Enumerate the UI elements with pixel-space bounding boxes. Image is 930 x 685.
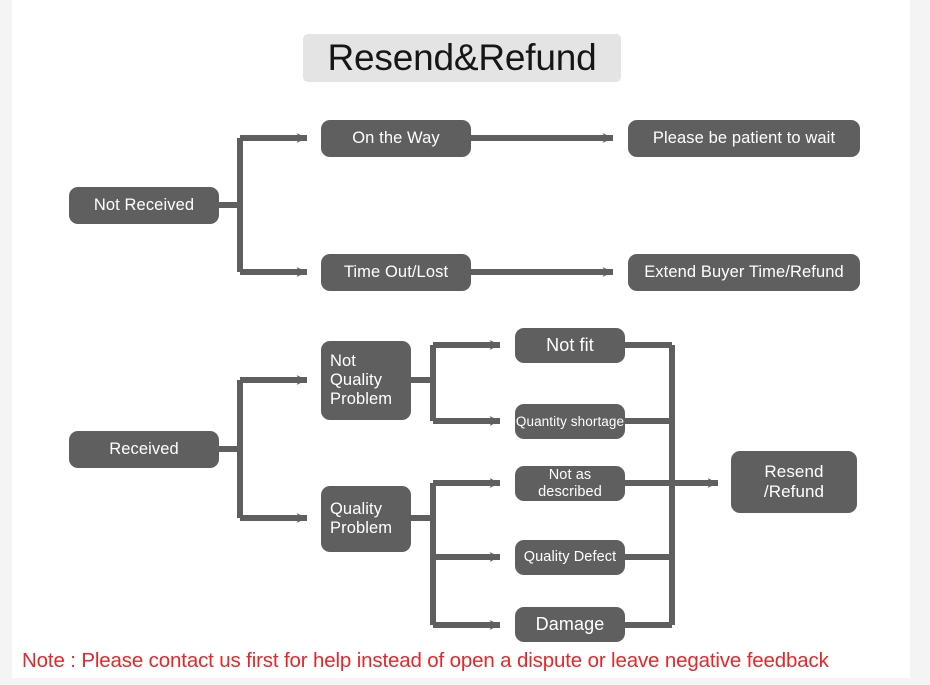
node-damage[interactable]: Damage (515, 607, 625, 642)
node-label: Time Out/Lost (343, 262, 449, 281)
node-label: On the Way (352, 128, 440, 147)
node-label: Please be patient to wait (652, 128, 836, 147)
flowchart-canvas: Resend&Refund Not Received On the Way Ti… (0, 0, 930, 685)
node-quality-problem[interactable]: Quality Problem (321, 486, 411, 552)
node-label: Damage (535, 614, 605, 635)
node-received[interactable]: Received (69, 431, 219, 468)
node-label: Quantity shortage (515, 413, 625, 429)
node-label: Received (109, 439, 179, 458)
node-label: Not fit (546, 335, 594, 356)
footer-note: Note : Please contact us first for help … (22, 649, 829, 672)
node-label: Not Quality Problem (330, 351, 393, 409)
node-label: Not as described (538, 466, 602, 500)
page-title: Resend&Refund (327, 37, 597, 78)
node-extend-buyer-time-refund[interactable]: Extend Buyer Time/Refund (628, 254, 860, 291)
node-label: Quality Defect (523, 549, 617, 566)
node-quality-defect[interactable]: Quality Defect (515, 540, 625, 575)
node-please-be-patient[interactable]: Please be patient to wait (628, 120, 860, 157)
node-not-fit[interactable]: Not fit (515, 328, 625, 363)
node-not-received[interactable]: Not Received (69, 187, 219, 224)
node-label: Not Received (93, 195, 195, 214)
node-not-as-described[interactable]: Not as described (515, 466, 625, 501)
node-label: Extend Buyer Time/Refund (644, 262, 844, 281)
node-not-quality-problem[interactable]: Not Quality Problem (321, 341, 411, 420)
node-resend-refund[interactable]: Resend /Refund (731, 451, 857, 513)
node-on-the-way[interactable]: On the Way (321, 120, 471, 157)
node-quantity-shortage[interactable]: Quantity shortage (515, 404, 625, 439)
node-time-out-lost[interactable]: Time Out/Lost (321, 254, 471, 291)
node-label: Quality Problem (330, 499, 393, 537)
content-card (12, 0, 910, 678)
node-label: Resend /Refund (763, 462, 825, 501)
